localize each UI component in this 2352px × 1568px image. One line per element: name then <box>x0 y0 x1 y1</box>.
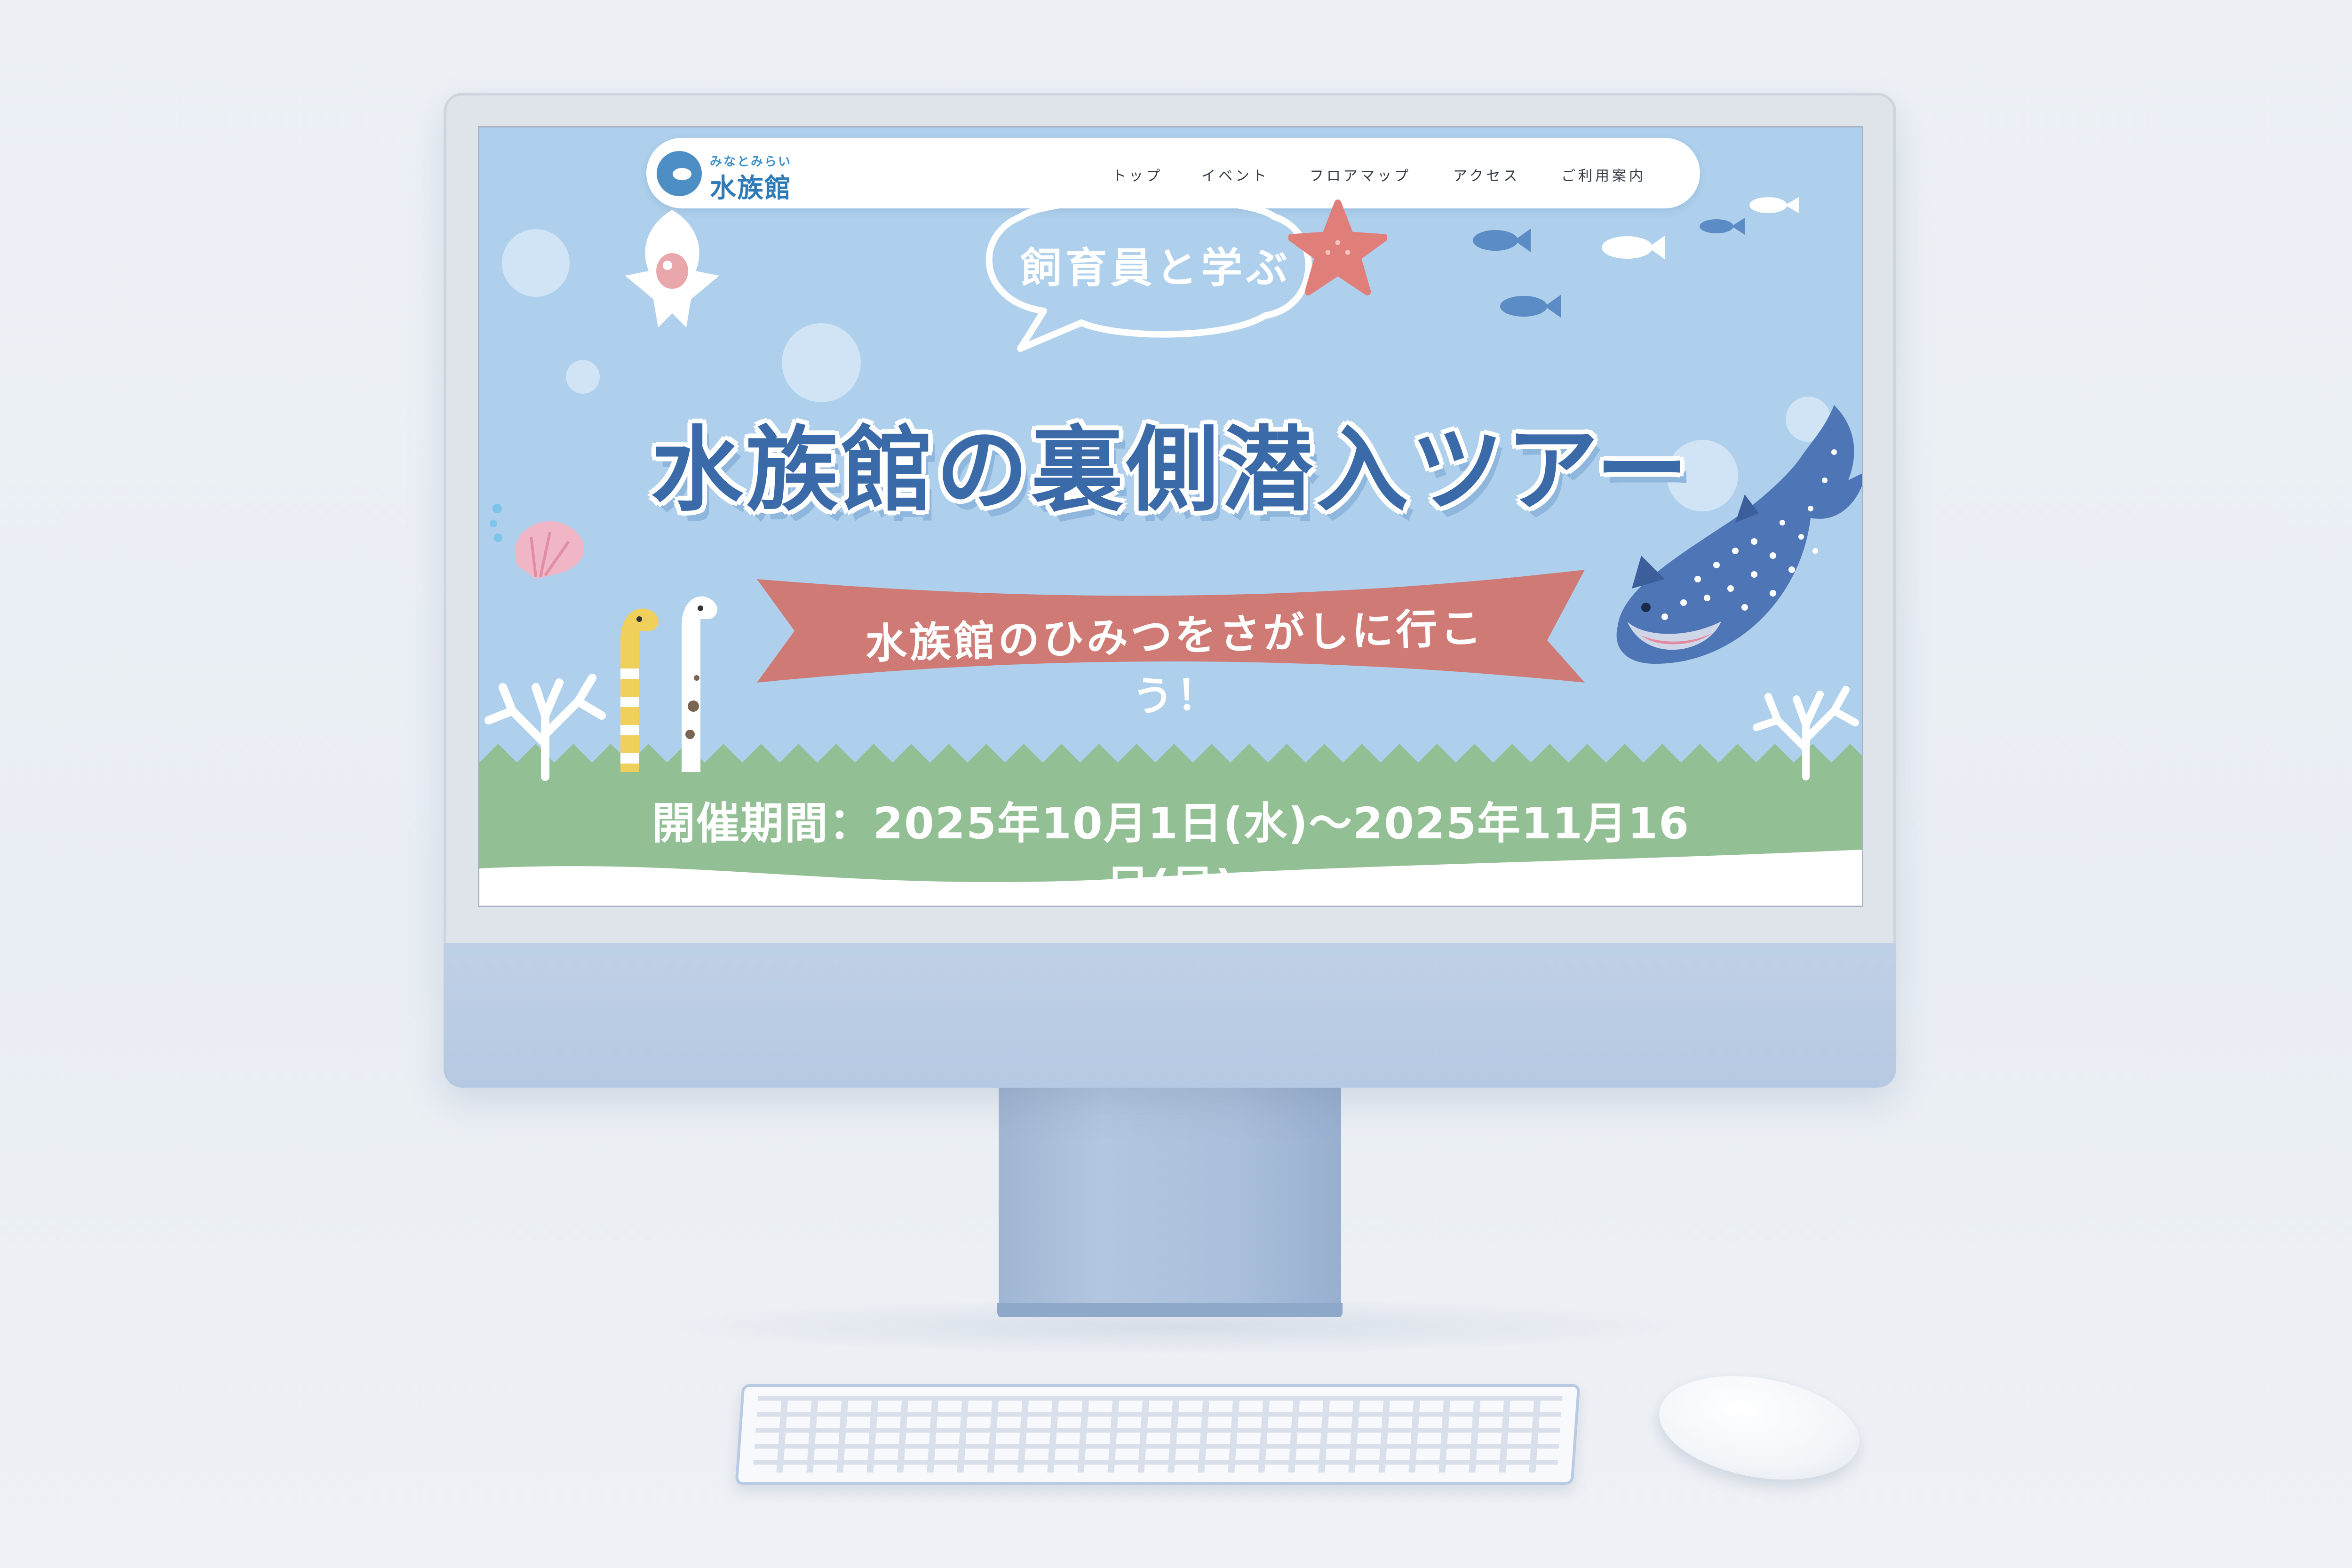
logo-name[interactable]: 水族館 <box>710 167 792 205</box>
monitor-stand <box>999 1088 1341 1317</box>
monitor-chin <box>444 943 1896 1088</box>
garden-eel-icon <box>620 596 717 772</box>
keyboard <box>735 1384 1581 1485</box>
coral-icon <box>1753 686 1859 780</box>
nav-link-event[interactable]: イベント <box>1201 164 1269 185</box>
page-title: 水族館の裏側潜入ツアー <box>651 417 1691 524</box>
fish-icon <box>1473 197 1799 318</box>
starfish-icon <box>1288 199 1387 295</box>
squid-icon <box>625 210 719 327</box>
ribbon-text: 水族館のひみつをさがしに行こう！ <box>865 603 1485 721</box>
screen: みなとみらい 水族館 トップ イベント フロアマップ アクセス ご利用案内 飼育… <box>478 126 1863 907</box>
keyboard-keys <box>753 1396 1563 1472</box>
nav-link-top[interactable]: トップ <box>1112 164 1163 185</box>
nav-link-floormap[interactable]: フロアマップ <box>1310 164 1411 185</box>
bubble-text: 飼育員と学ぶ <box>1020 244 1292 292</box>
nav-link-guide[interactable]: ご利用案内 <box>1561 164 1646 185</box>
whale-shark-icon <box>1616 405 1862 664</box>
event-period: 開催期間：2025年10月1日(水)～2025年11月16日(日) <box>652 798 1690 907</box>
mouse <box>1651 1361 1867 1494</box>
logo-fish-icon[interactable] <box>657 151 702 196</box>
nav-link-access[interactable]: アクセス <box>1453 164 1520 185</box>
monitor-stand-foot <box>997 1303 1343 1317</box>
shell-icon <box>490 504 584 579</box>
